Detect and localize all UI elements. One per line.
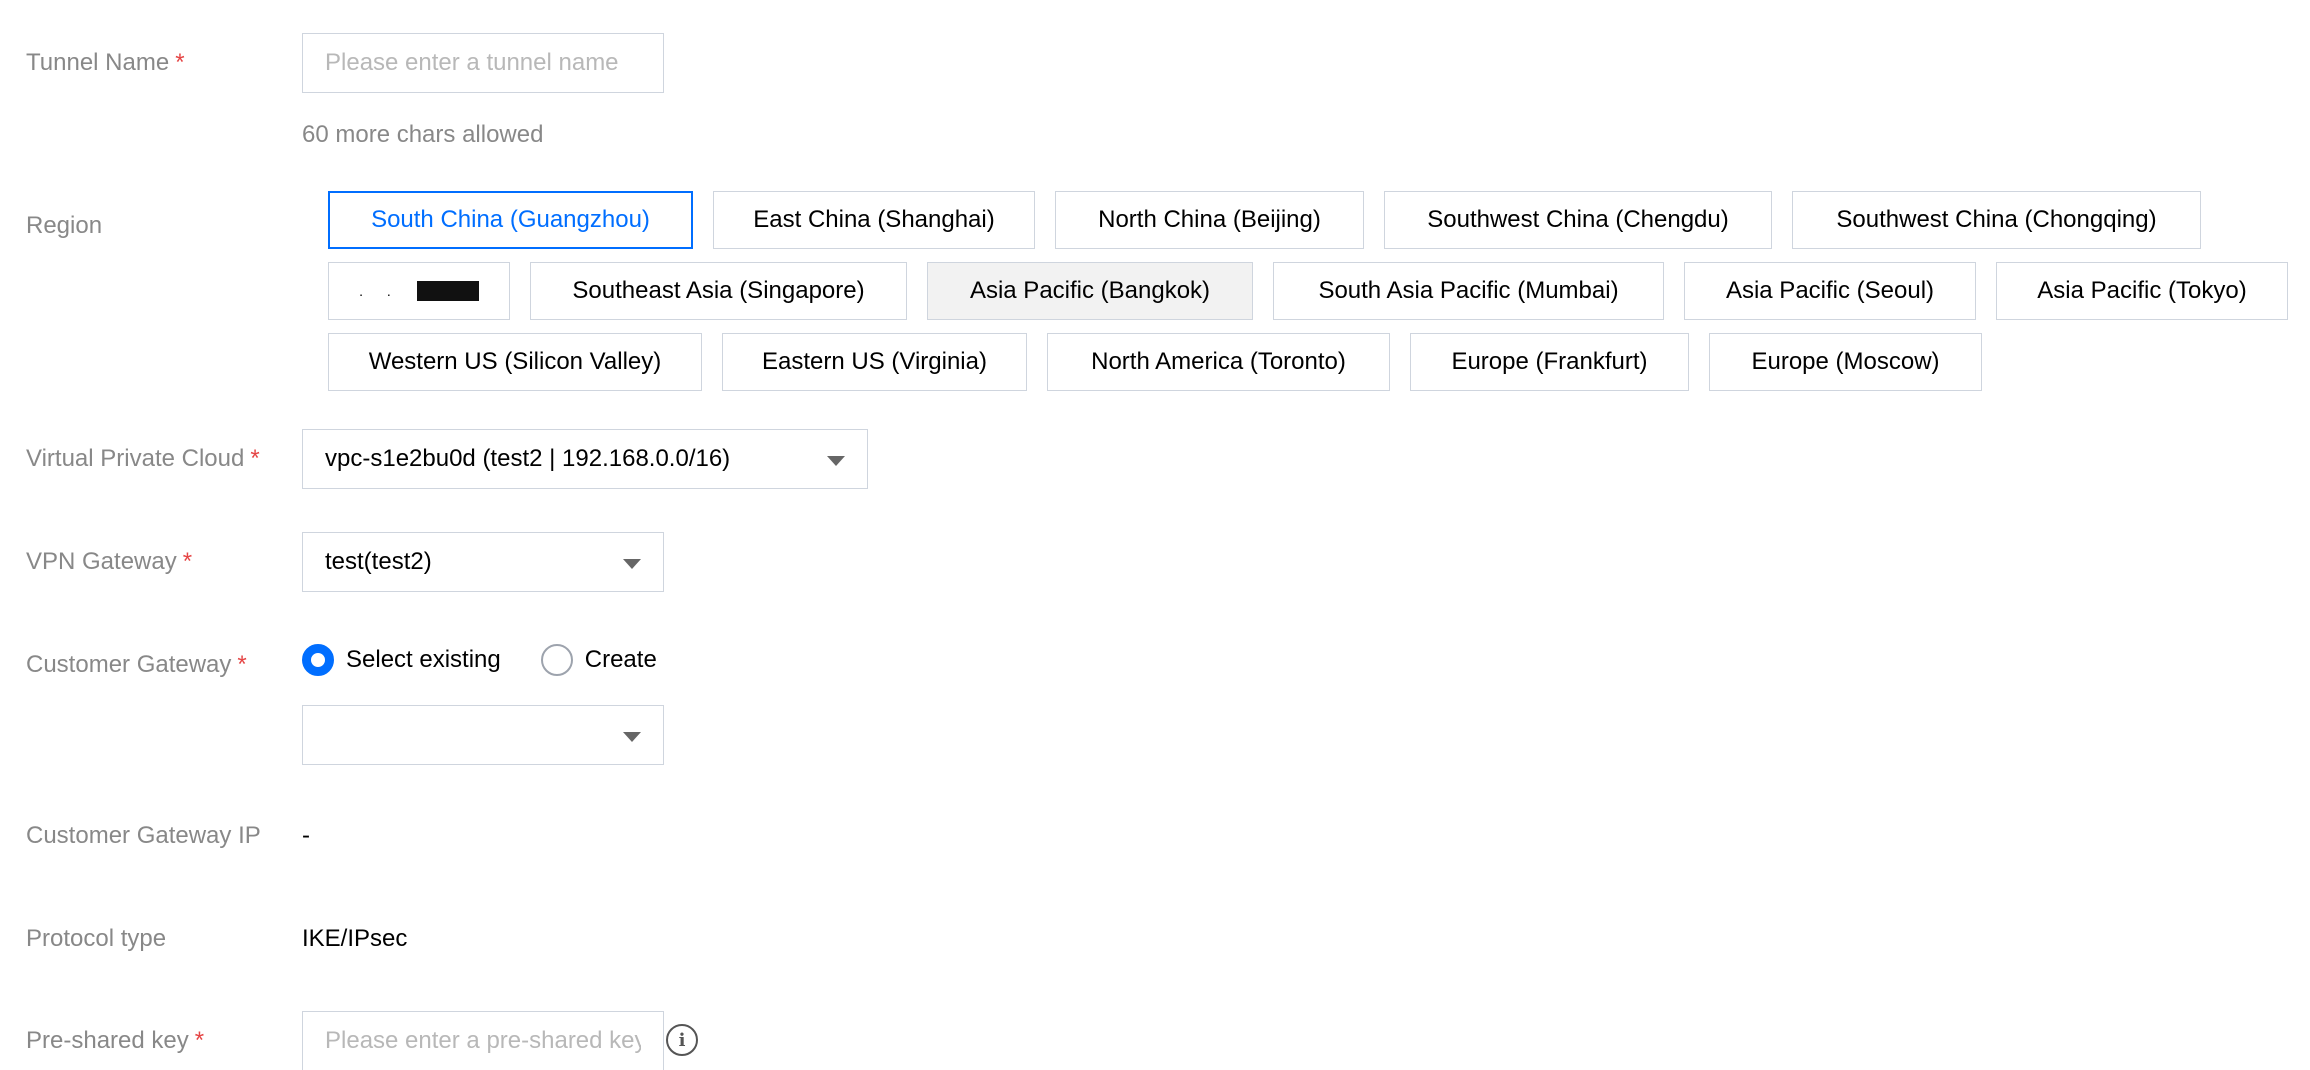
caret-down-icon xyxy=(827,456,845,466)
vpn-gateway-label-text: VPN Gateway xyxy=(26,548,177,575)
region-label: Region xyxy=(26,212,103,239)
region-option-chongqing[interactable]: Southwest China (Chongqing) xyxy=(1792,191,2201,249)
region-option-singapore[interactable]: Southeast Asia (Singapore) xyxy=(530,262,907,320)
redacted-block xyxy=(416,281,479,301)
customer-gateway-radio-group: Select existing Create xyxy=(302,644,697,676)
radio-select-existing[interactable]: Select existing xyxy=(302,644,501,676)
region-option-seoul[interactable]: Asia Pacific (Seoul) xyxy=(1684,262,1976,320)
tunnel-name-input[interactable] xyxy=(302,33,664,93)
region-option-label: Western US (Silicon Valley) xyxy=(368,348,662,375)
region-option-silicon-valley[interactable]: Western US (Silicon Valley) xyxy=(328,333,702,391)
radio-create[interactable]: Create xyxy=(540,644,657,676)
vpc-label: Virtual Private Cloud * xyxy=(26,444,260,474)
region-option-label: Eastern US (Virginia) xyxy=(762,348,987,375)
customer-gateway-label-text: Customer Gateway xyxy=(26,651,232,678)
customer-gateway-select[interactable] xyxy=(302,705,664,765)
region-option-label: Europe (Frankfurt) xyxy=(1451,348,1648,375)
region-option-label: North America (Toronto) xyxy=(1091,348,1346,375)
required-mark: * xyxy=(237,651,247,678)
region-option-toronto[interactable]: North America (Toronto) xyxy=(1047,333,1390,391)
protocol-type-value: IKE/IPsec xyxy=(302,925,408,952)
region-option-label: Asia Pacific (Tokyo) xyxy=(2037,277,2247,304)
region-option-mumbai[interactable]: South Asia Pacific (Mumbai) xyxy=(1273,262,1664,320)
region-option-bangkok[interactable]: Asia Pacific (Bangkok) xyxy=(927,262,1253,320)
vpc-label-text: Virtual Private Cloud xyxy=(26,445,245,472)
customer-gateway-ip-value: - xyxy=(302,822,310,849)
customer-gateway-label: Customer Gateway * xyxy=(26,650,247,680)
region-option-frankfurt[interactable]: Europe (Frankfurt) xyxy=(1410,333,1689,391)
region-option-label: South Asia Pacific (Mumbai) xyxy=(1318,277,1619,304)
customer-gateway-ip-label: Customer Gateway IP xyxy=(26,822,261,849)
region-option-shanghai[interactable]: East China (Shanghai) xyxy=(713,191,1035,249)
vpn-gateway-label: VPN Gateway * xyxy=(26,547,192,577)
tunnel-name-char-hint: 60 more chars allowed xyxy=(302,121,544,148)
region-option-tokyo[interactable]: Asia Pacific (Tokyo) xyxy=(1996,262,2288,320)
region-option-beijing[interactable]: North China (Beijing) xyxy=(1055,191,1364,249)
region-option-moscow[interactable]: Europe (Moscow) xyxy=(1709,333,1982,391)
pre-shared-key-label: Pre-shared key * xyxy=(26,1026,204,1056)
protocol-type-label: Protocol type xyxy=(26,925,167,952)
region-option-virginia[interactable]: Eastern US (Virginia) xyxy=(722,333,1027,391)
vpn-gateway-select[interactable]: test(test2) xyxy=(302,532,664,592)
region-option-guangzhou[interactable]: South China (Guangzhou) xyxy=(328,191,693,249)
tunnel-name-label: Tunnel Name * xyxy=(26,48,185,78)
required-mark: * xyxy=(250,445,260,472)
caret-down-icon xyxy=(623,732,641,742)
pre-shared-key-label-text: Pre-shared key xyxy=(26,1027,189,1054)
pre-shared-key-input[interactable] xyxy=(302,1011,664,1070)
region-option-label: Southwest China (Chengdu) xyxy=(1427,206,1729,233)
required-mark: * xyxy=(182,548,193,575)
radio-unchecked-icon xyxy=(540,644,573,676)
region-option-label: Asia Pacific (Bangkok) xyxy=(969,277,1211,304)
radio-label: Create xyxy=(584,646,657,673)
region-option-chengdu[interactable]: Southwest China (Chengdu) xyxy=(1384,191,1772,249)
region-option-label: East China (Shanghai) xyxy=(753,206,995,233)
caret-down-icon xyxy=(623,559,641,569)
radio-checked-icon xyxy=(302,644,334,676)
region-option-label: Asia Pacific (Seoul) xyxy=(1725,277,1935,304)
required-mark: * xyxy=(194,1027,205,1054)
required-mark: * xyxy=(175,49,185,76)
region-option-label: Southeast Asia (Singapore) xyxy=(572,277,865,304)
region-option-label: South China (Guangzhou) xyxy=(371,206,650,233)
vpc-select-value: vpc-s1e2bu0d (test2 | 192.168.0.0/16) xyxy=(325,445,731,472)
redacted-dots: . . xyxy=(359,283,401,299)
region-option-label: Europe (Moscow) xyxy=(1751,348,1940,375)
region-option-redacted[interactable]: . . xyxy=(328,262,510,320)
region-option-label: Southwest China (Chongqing) xyxy=(1836,206,2157,233)
vpc-select[interactable]: vpc-s1e2bu0d (test2 | 192.168.0.0/16) xyxy=(302,429,868,489)
info-circle-icon[interactable]: i xyxy=(666,1024,698,1056)
tunnel-name-label-text: Tunnel Name xyxy=(26,49,170,76)
radio-label: Select existing xyxy=(346,646,501,673)
region-option-label: North China (Beijing) xyxy=(1098,206,1321,233)
vpn-gateway-select-value: test(test2) xyxy=(325,548,432,575)
